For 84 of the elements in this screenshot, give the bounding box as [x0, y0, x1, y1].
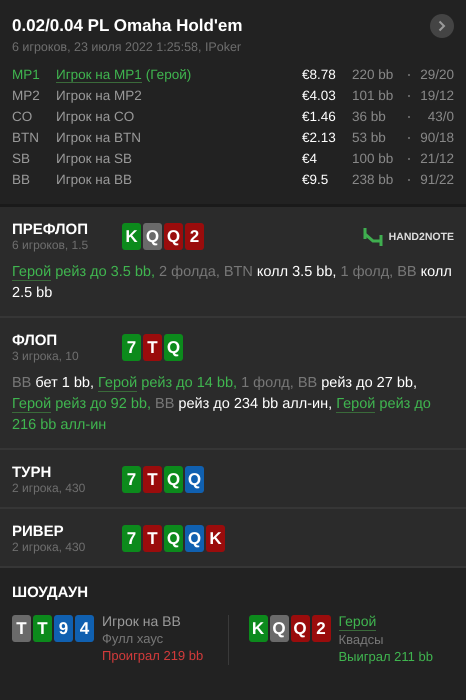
playing-card: Q — [164, 334, 183, 361]
stack-amount: €4 — [302, 151, 318, 166]
stack-amount: €4.03 — [302, 88, 337, 103]
logo-icon — [362, 226, 383, 246]
position-label: BTN — [12, 130, 40, 145]
position-label: MP1 — [12, 67, 41, 82]
action-summary: Герой рейз до 3.5 bb, 2 фолда, BTN колл 3.5 bb, 1 фолд, BB колл 2.5 bb — [12, 263, 453, 303]
separator-dot — [408, 116, 410, 118]
stack-amount: €2.13 — [302, 130, 337, 145]
playing-card: Q — [164, 223, 183, 250]
hand-title: 0.02/0.04 PL Omaha Hold'em — [12, 16, 242, 36]
playing-card: 7 — [122, 466, 141, 493]
stack-bb: 100 bb — [352, 151, 394, 166]
playing-card: T — [143, 466, 162, 493]
stack-bb: 101 bb — [352, 88, 394, 103]
position-label: MP2 — [12, 88, 41, 103]
playing-card: Q — [143, 223, 162, 250]
player-link[interactable]: Игрок на MP1 — [56, 66, 142, 82]
street-info: 2 игрока, 430 — [12, 540, 86, 554]
playing-card: Q — [270, 615, 288, 642]
player-stats: 29/20 — [419, 67, 454, 82]
playing-card: T — [33, 615, 52, 642]
playing-card: 7 — [122, 525, 141, 552]
playing-card: 2 — [312, 615, 330, 642]
separator-dot — [408, 178, 410, 180]
hand-rank: Фулл хаус — [102, 630, 164, 647]
playing-card: Q — [185, 466, 204, 493]
separator-dot — [408, 136, 410, 138]
separator-dot — [408, 158, 410, 160]
player-link[interactable]: Игрок на BB — [56, 172, 132, 187]
player-stats: 19/12 — [419, 88, 454, 103]
result-text: Выиграл 211 bb — [338, 648, 433, 665]
chevron-right-icon — [438, 20, 446, 32]
playing-card: Q — [290, 615, 310, 642]
stack-bb: 220 bb — [352, 67, 394, 82]
position-label: CO — [12, 109, 34, 124]
playing-card: K — [206, 525, 225, 552]
street-name: РИВЕР — [12, 523, 65, 540]
position-label: BB — [12, 172, 32, 187]
street-name: ПРЕФЛОП — [12, 221, 89, 238]
stack-bb: 36 bb — [352, 109, 387, 124]
player-stats: 91/22 — [419, 172, 454, 187]
separator-dot — [408, 74, 410, 76]
playing-card: T — [143, 525, 162, 552]
position-label: SB — [12, 151, 32, 166]
playing-card: Q — [185, 525, 204, 552]
action-summary: BB бет 1 bb, Герой рейз до 14 bb, 1 фолд, BB рейз до 27 bb, Герой рейз до 92 bb, BB рейз до 234 bb алл-ин, Герой рейз до 216 bb алл-ин — [12, 374, 432, 435]
playing-card: Q — [164, 525, 183, 552]
playing-card: K — [248, 615, 268, 642]
stack-bb: 53 bb — [352, 130, 387, 145]
player-stats: 90/18 — [419, 130, 454, 145]
stack-amount: €1.46 — [302, 109, 337, 124]
stack-amount: €9.5 — [302, 172, 330, 187]
playing-card: K — [122, 223, 141, 250]
street-info: 2 игрока, 430 — [12, 481, 86, 495]
player-link[interactable]: Игрок на MP2 — [56, 88, 142, 103]
playing-card: T — [12, 615, 31, 642]
player-link[interactable]: Игрок на SB — [56, 151, 132, 166]
logo-text: HAND2NOTE — [388, 230, 454, 242]
stack-bb: 238 bb — [352, 172, 394, 187]
street-info: 6 игроков, 1.5 — [12, 238, 90, 252]
playing-card: 9 — [54, 615, 73, 642]
separator-dot — [408, 94, 410, 96]
showdown-title: ШОУДАУН — [12, 584, 90, 601]
playing-card: 2 — [185, 223, 204, 250]
playing-card: T — [143, 334, 162, 361]
street-name: ФЛОП — [12, 332, 58, 349]
player-stats: 21/12 — [419, 151, 454, 166]
player-link[interactable]: Игрок на CO — [56, 109, 134, 124]
next-button[interactable] — [430, 14, 454, 38]
street-info: 3 игрока, 10 — [12, 349, 80, 363]
hero-tag: (Герой) — [146, 66, 192, 82]
hand-subtitle: 6 игроков, 23 июля 2022 1:25:58, IPoker — [12, 40, 242, 54]
playing-card: 7 — [122, 334, 141, 361]
street-name: ТУРН — [12, 464, 52, 481]
stack-amount: €8.78 — [302, 67, 337, 82]
hand-rank: Квадсы — [338, 631, 384, 648]
player-name: Игрок на BB — [102, 613, 181, 630]
result-text: Проиграл 219 bb — [102, 647, 204, 664]
player-name[interactable]: Герой — [338, 613, 376, 631]
playing-card: Q — [164, 466, 183, 493]
playing-card: 4 — [75, 615, 94, 642]
player-link[interactable]: Игрок на BTN — [56, 130, 142, 145]
player-stats: 43/0 — [426, 109, 454, 124]
